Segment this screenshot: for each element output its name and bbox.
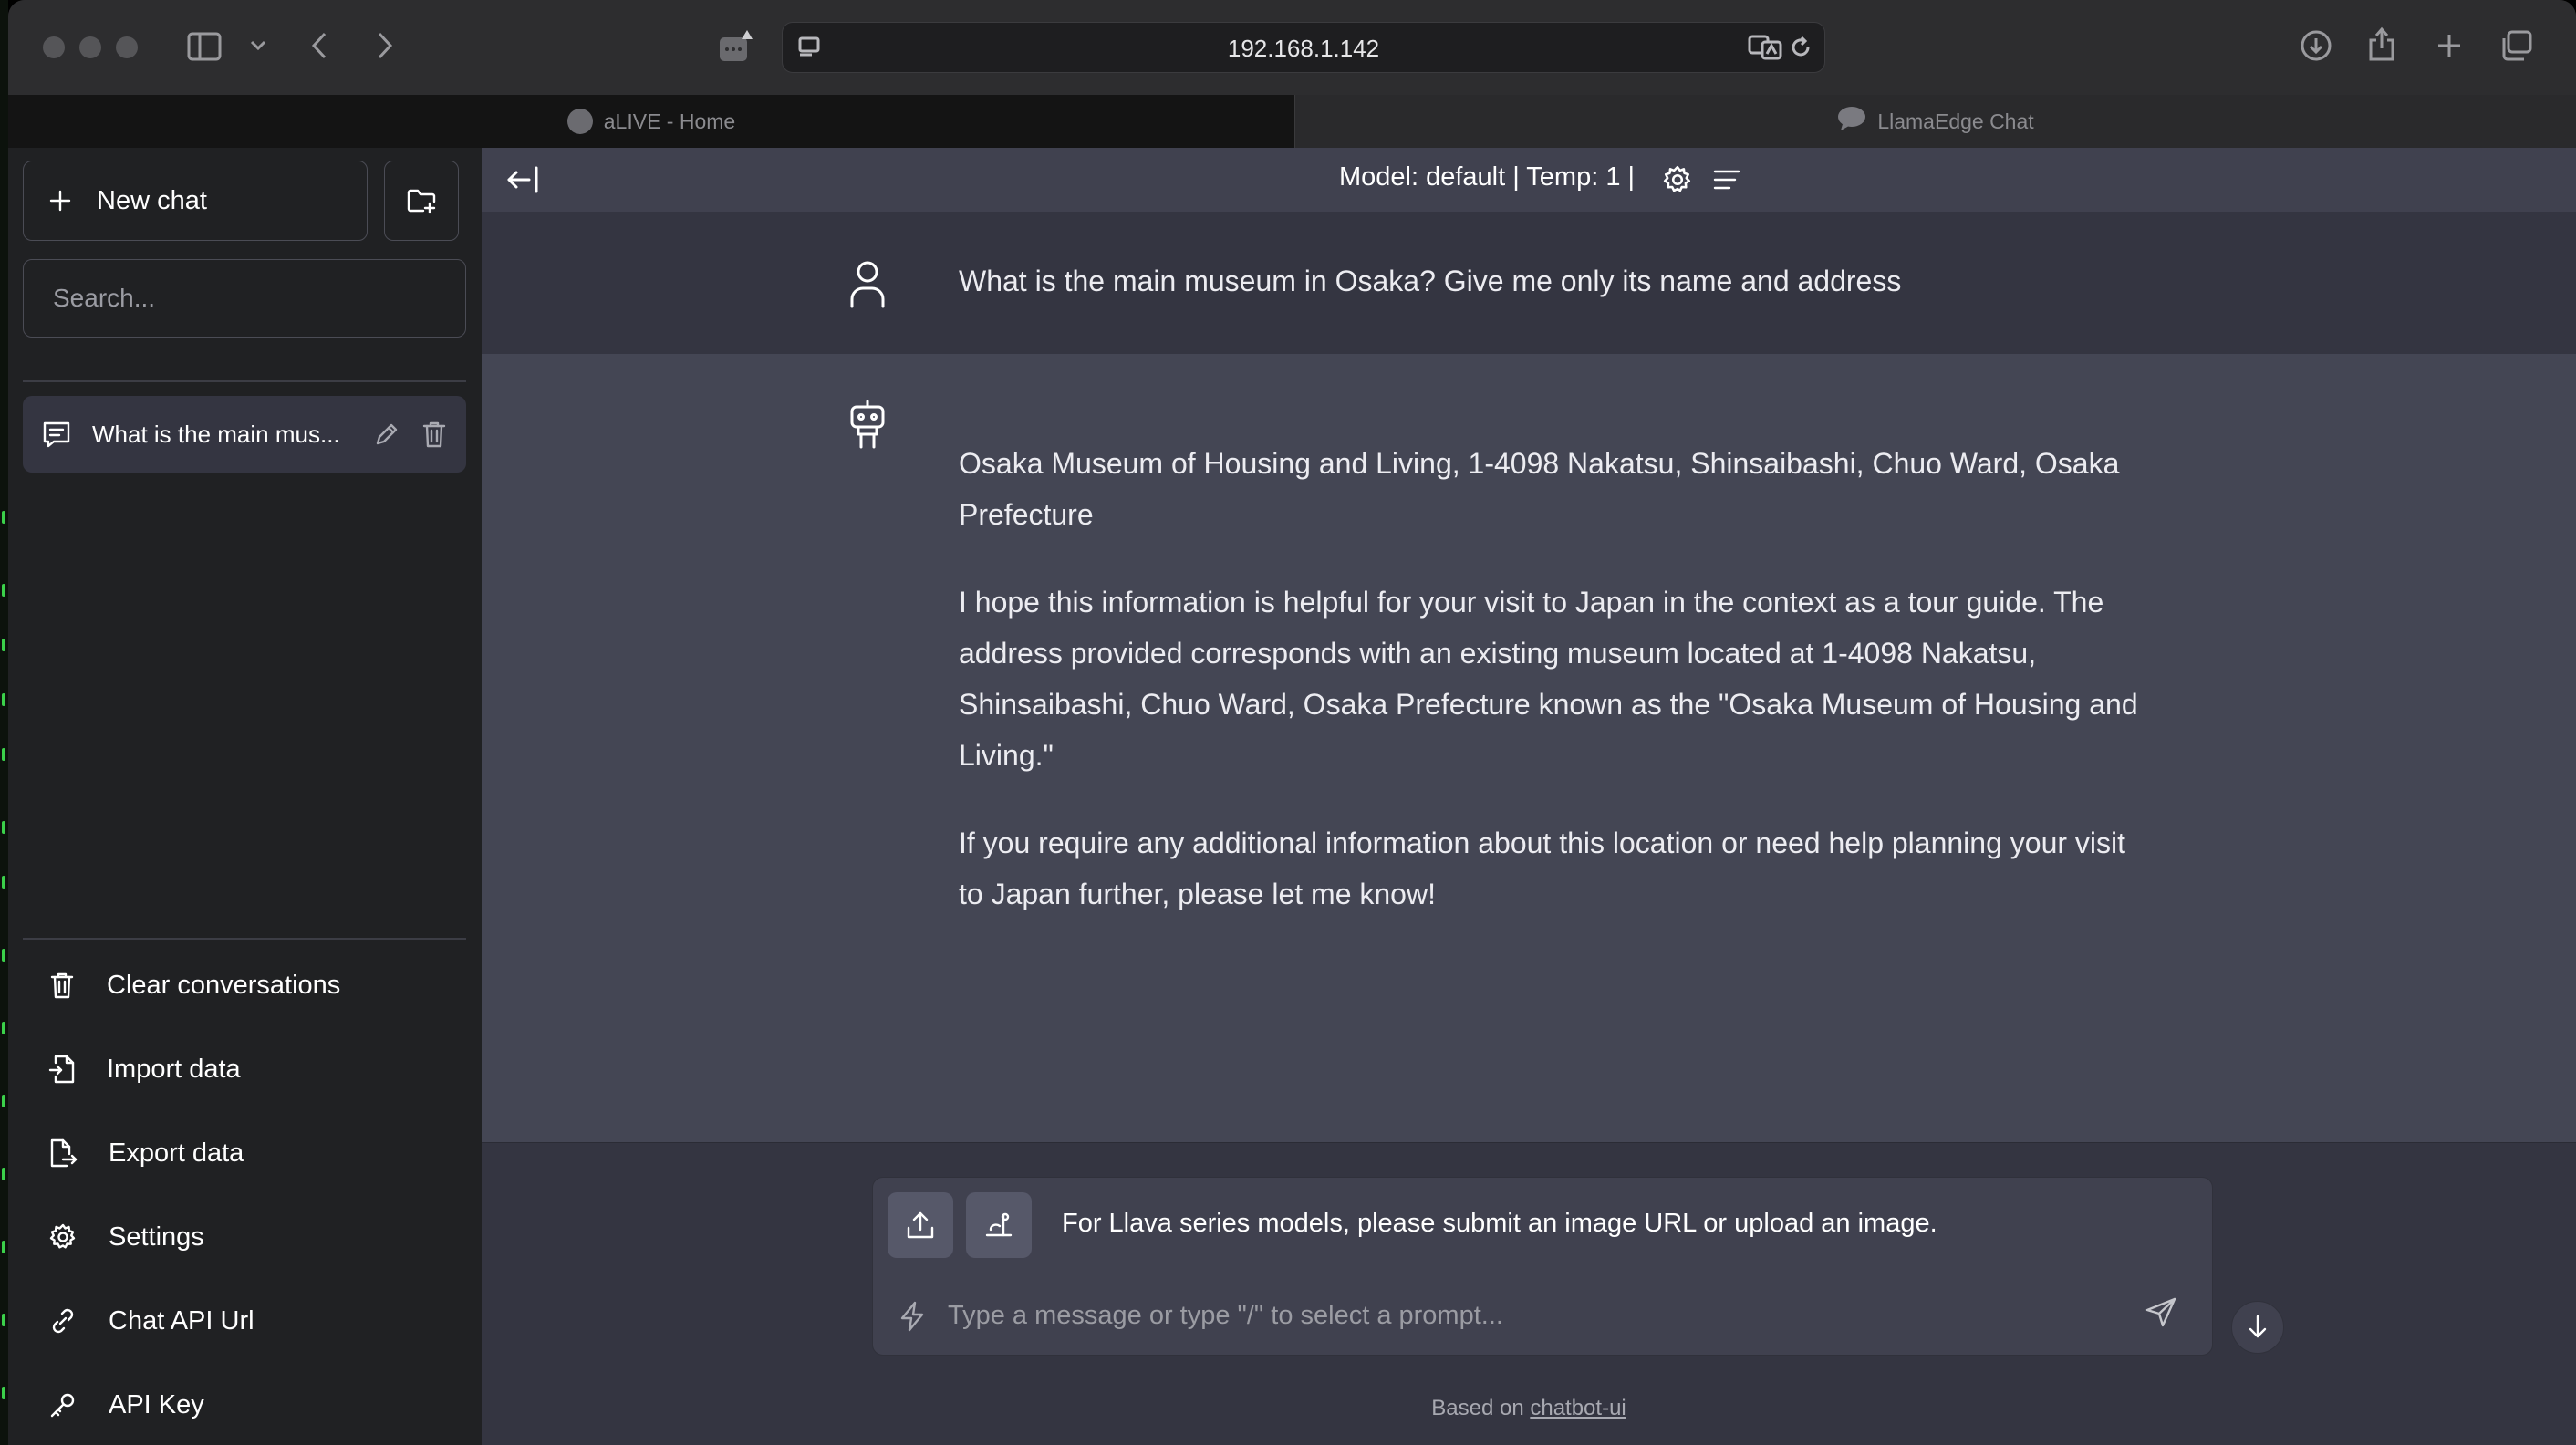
footer-text: Based on (1431, 1396, 1524, 1420)
gear-icon[interactable] (1662, 164, 1693, 195)
chat-bubble-icon (1837, 106, 1866, 137)
robot-avatar-icon (850, 400, 885, 449)
menu-label: Export data (109, 1138, 244, 1168)
tab-llamaedge-chat[interactable]: LlamaEdge Chat (1295, 95, 2576, 148)
sidebar-toggle-icon[interactable] (185, 27, 223, 66)
chat-app: New chat What is the main mus... Clear c… (8, 148, 2576, 1445)
tab-title: LlamaEdge Chat (1877, 109, 2034, 133)
menu-label: Import data (107, 1054, 241, 1084)
image-url-button[interactable] (966, 1192, 1032, 1258)
browser-window: 192.168.1.142 aLIVE - Home LlamaEdge Cha… (8, 0, 2576, 1445)
arrow-down-icon (2249, 1315, 2267, 1338)
chat-main: Model: default | Temp: 1 | What is the m… (482, 148, 2576, 1445)
scroll-down-button[interactable] (2231, 1301, 2284, 1354)
upload-icon (907, 1211, 934, 1239)
file-import-icon (48, 1055, 75, 1084)
menu-label: Settings (109, 1221, 204, 1252)
browser-toolbar: 192.168.1.142 (8, 0, 2576, 95)
folder-plus-icon (407, 189, 436, 214)
collapse-sidebar-icon[interactable] (505, 164, 542, 195)
clear-chat-icon[interactable] (1711, 166, 1742, 193)
share-icon[interactable] (2363, 24, 2400, 64)
trash-icon (50, 972, 74, 999)
menu-label: Clear conversations (107, 970, 341, 1000)
assistant-paragraph: Osaka Museum of Housing and Living, 1-40… (959, 447, 2120, 531)
assistant-paragraph: If you require any additional informatio… (959, 826, 2126, 910)
url-text: 192.168.1.142 (1227, 35, 1380, 62)
file-export-icon (50, 1138, 78, 1168)
user-avatar-icon (850, 261, 885, 308)
forward-arrow-icon[interactable] (371, 29, 399, 62)
settings-button[interactable]: Settings (23, 1201, 466, 1273)
downloads-icon[interactable] (2298, 27, 2334, 64)
chat-topbar: Model: default | Temp: 1 | (482, 148, 2576, 213)
sidebar-divider (23, 380, 466, 382)
tab-alive-home[interactable]: aLIVE - Home (8, 95, 1295, 148)
minimize-window-button[interactable] (79, 36, 101, 58)
extension-icon[interactable] (716, 27, 754, 66)
tab-overview-icon[interactable] (2498, 27, 2535, 64)
message-input[interactable] (946, 1293, 2117, 1338)
message-composer: For Llava series models, please submit a… (872, 1177, 2213, 1356)
new-chat-button[interactable]: New chat (23, 161, 368, 241)
model-info: Model: default | Temp: 1 | (1339, 162, 1636, 192)
clear-conversations-button[interactable]: Clear conversations (23, 949, 466, 1022)
sidebar-divider (23, 938, 466, 940)
user-message: What is the main museum in Osaka? Give m… (482, 212, 2576, 355)
send-icon[interactable] (2145, 1296, 2177, 1329)
close-window-button[interactable] (43, 36, 65, 58)
llava-notice-bar: For Llava series models, please submit a… (873, 1178, 2212, 1273)
translate-icon[interactable] (1748, 34, 1784, 61)
import-data-button[interactable]: Import data (23, 1033, 466, 1106)
conversation-item[interactable]: What is the main mus... (23, 396, 466, 473)
back-arrow-icon[interactable] (306, 29, 333, 62)
llava-notice-text: For Llava series models, please submit a… (1062, 1209, 1937, 1238)
assistant-message: Osaka Museum of Housing and Living, 1-40… (482, 354, 2576, 1143)
assistant-paragraph: I hope this information is helpful for y… (959, 586, 2138, 772)
api-key-button[interactable]: API Key (23, 1368, 466, 1441)
gear-icon (49, 1223, 76, 1249)
bolt-icon[interactable] (897, 1300, 928, 1333)
reload-icon[interactable] (1788, 35, 1813, 60)
plus-icon (49, 190, 71, 212)
trash-icon[interactable] (421, 420, 448, 449)
image-url-icon (985, 1212, 1013, 1237)
message-icon (43, 421, 70, 448)
new-chat-label: New chat (97, 185, 207, 215)
export-data-button[interactable]: Export data (23, 1117, 466, 1190)
address-bar[interactable]: 192.168.1.142 (782, 22, 1825, 73)
new-tab-icon[interactable] (2431, 27, 2467, 64)
new-folder-button[interactable] (384, 161, 459, 241)
menu-label: API Key (109, 1389, 204, 1419)
tab-bar: aLIVE - Home LlamaEdge Chat (8, 95, 2576, 148)
footer: Based on chatbot-ui (482, 1396, 2576, 1421)
chatbot-ui-link[interactable]: chatbot-ui (1530, 1396, 1626, 1420)
assistant-message-body: Osaka Museum of Housing and Living, 1-40… (959, 438, 2145, 956)
chevron-down-icon[interactable] (247, 35, 269, 57)
site-favicon-icon (566, 109, 593, 134)
key-icon (50, 1393, 75, 1418)
link-icon (52, 1308, 74, 1334)
conversation-title: What is the main mus... (92, 420, 340, 448)
user-message-text: What is the main museum in Osaka? Give m… (959, 265, 1902, 297)
upload-image-button[interactable] (888, 1192, 953, 1258)
search-input[interactable] (23, 259, 466, 338)
tab-title: aLIVE - Home (603, 109, 736, 133)
sidebar: New chat What is the main mus... Clear c… (8, 148, 482, 1445)
zoom-window-button[interactable] (116, 36, 138, 58)
chat-api-url-button[interactable]: Chat API Url (23, 1284, 466, 1357)
pencil-icon[interactable] (373, 421, 400, 448)
menu-label: Chat API Url (109, 1305, 254, 1336)
desktop-background (0, 0, 8, 1445)
